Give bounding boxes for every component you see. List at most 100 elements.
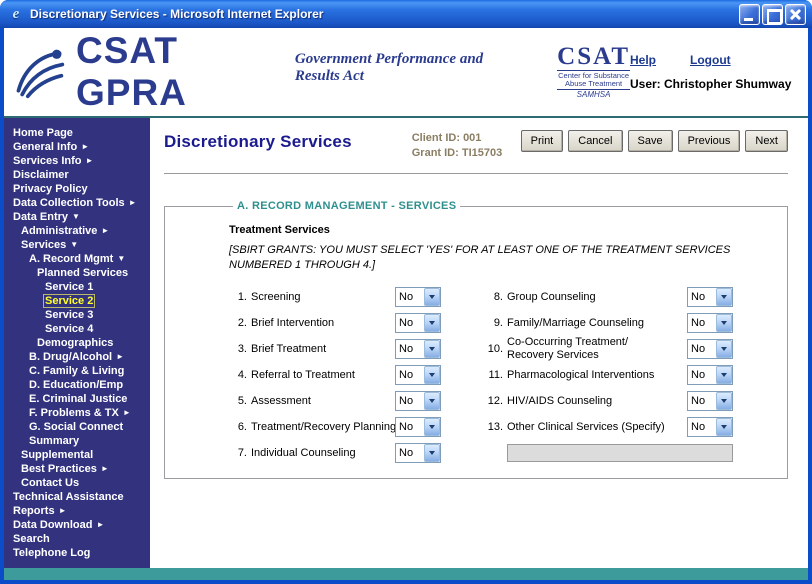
app-header: CSAT GPRA Government Performance and Res… [4,28,808,118]
help-link[interactable]: Help [630,53,656,67]
assessment-select[interactable]: No [395,391,441,411]
print-button[interactable]: Print [521,130,564,152]
sidebar-item-label: Planned Services [36,267,129,279]
sidebar-item-data-entry[interactable]: Data Entry▼ [4,210,150,224]
nav-arrow-icon: ▼ [117,254,125,263]
sidebar-item-label: D. Education/Emp [28,379,124,391]
treatment-recovery-planning-select[interactable]: No [395,417,441,437]
nav-arrow-icon: ► [96,520,104,529]
sidebar-item-g-social-connect[interactable]: G. Social Connect [4,420,150,434]
sidebar-item-f-problems-tx[interactable]: F. Problems & TX► [4,406,150,420]
nav-arrow-icon: ► [59,506,67,515]
sidebar-item-home-page[interactable]: Home Page [4,126,150,140]
header-right: Help Logout User: Christopher Shumway [630,53,798,91]
sidebar-item-telephone-log[interactable]: Telephone Log [4,546,150,560]
sidebar-item-disclaimer[interactable]: Disclaimer [4,168,150,182]
sidebar-item-label: B. Drug/Alcohol [28,351,113,363]
maximize-button[interactable] [762,4,783,25]
hiv-aids-counseling-select[interactable]: No [687,391,733,411]
sidebar-item-service-2[interactable]: Service 2 [4,294,150,308]
sidebar-item-reports[interactable]: Reports► [4,504,150,518]
sidebar-item-privacy-policy[interactable]: Privacy Policy [4,182,150,196]
csat-logo: CSAT Center for Substance Abuse Treatmen… [557,44,630,100]
header-links: Help Logout [630,53,794,67]
sidebar-item-service-3[interactable]: Service 3 [4,308,150,322]
nav-arrow-icon: ► [101,464,109,473]
sidebar-item-e-criminal-justice[interactable]: E. Criminal Justice [4,392,150,406]
group-counseling-select[interactable]: No [687,287,733,307]
sidebar-item-b-drug-alcohol[interactable]: B. Drug/Alcohol► [4,350,150,364]
window-controls [739,4,806,25]
service-label: Group Counseling [507,291,687,304]
sidebar-item-demographics[interactable]: Demographics [4,336,150,350]
sidebar-item-c-family-living[interactable]: C. Family & Living [4,364,150,378]
brand: CSAT GPRA Government Performance and Res… [76,30,531,114]
sidebar-item-data-download[interactable]: Data Download► [4,518,150,532]
minimize-button[interactable] [739,4,760,25]
window-title: Discretionary Services - Microsoft Inter… [30,7,733,21]
select-value: No [688,291,716,303]
nav-arrow-icon: ▼ [72,212,80,221]
previous-button[interactable]: Previous [678,130,741,152]
sidebar-item-general-info[interactable]: General Info► [4,140,150,154]
sidebar-item-label: Data Entry [12,211,69,223]
sidebar-item-supplemental[interactable]: Supplemental [4,448,150,462]
services-right-rows: 8. Group Counseling No [477,284,733,440]
sidebar-item-services[interactable]: Services▼ [4,238,150,252]
sidebar-item-label: A. Record Mgmt [28,253,114,265]
service-row: 5. Assessment No [229,388,441,414]
sidebar-item-label: Technical Assistance [12,491,125,503]
co-occurring-treatment-select[interactable]: No [687,339,733,359]
brief-treatment-select[interactable]: No [395,339,441,359]
nav-arrow-icon: ► [123,408,131,417]
sidebar-item-label: Contact Us [20,477,80,489]
other-clinical-services-input[interactable] [507,444,733,462]
sidebar-item-service-1[interactable]: Service 1 [4,280,150,294]
sidebar-item-summary[interactable]: Summary [4,434,150,448]
sidebar-item-label: Demographics [36,337,114,349]
sidebar-item-a-record-mgmt[interactable]: A. Record Mgmt▼ [4,252,150,266]
sidebar-item-data-collection-tools[interactable]: Data Collection Tools► [4,196,150,210]
sidebar-item-best-practices[interactable]: Best Practices► [4,462,150,476]
window-frame: CSAT GPRA Government Performance and Res… [0,28,812,584]
sidebar-item-services-info[interactable]: Services Info► [4,154,150,168]
service-number: 13. [477,421,503,433]
sidebar-item-service-4[interactable]: Service 4 [4,322,150,336]
sidebar-item-label: Summary [28,435,80,447]
service-row: 6. Treatment/Recovery Planning No [229,414,441,440]
browser-window: e Discretionary Services - Microsoft Int… [0,0,812,584]
select-value: No [688,421,716,433]
sidebar-item-d-education-emp[interactable]: D. Education/Emp [4,378,150,392]
service-number: 5. [229,395,247,407]
service-number: 9. [477,317,503,329]
sidebar-item-search[interactable]: Search [4,532,150,546]
service-number: 12. [477,395,503,407]
pharmacological-interventions-select[interactable]: No [687,365,733,385]
titlebar[interactable]: e Discretionary Services - Microsoft Int… [0,0,812,28]
logout-link[interactable]: Logout [690,53,731,67]
sidebar-item-technical-assistance[interactable]: Technical Assistance [4,490,150,504]
service-label: Brief Intervention [251,317,395,330]
service-row: 8. Group Counseling No [477,284,733,310]
service-label: Individual Counseling [251,447,395,460]
cancel-button[interactable]: Cancel [568,130,622,152]
sidebar-item-label: C. Family & Living [28,365,125,377]
next-button[interactable]: Next [745,130,788,152]
sidebar-item-contact-us[interactable]: Contact Us [4,476,150,490]
individual-counseling-select[interactable]: No [395,443,441,463]
family-marriage-counseling-select[interactable]: No [687,313,733,333]
service-label: Referral to Treatment [251,369,395,382]
other-clinical-services-select[interactable]: No [687,417,733,437]
dropdown-arrow-icon [424,444,440,462]
referral-to-treatment-select[interactable]: No [395,365,441,385]
service-row: 11. Pharmacological Interventions No [477,362,733,388]
screening-select[interactable]: No [395,287,441,307]
service-number: 7. [229,447,247,459]
sidebar-item-administrative[interactable]: Administrative► [4,224,150,238]
brief-intervention-select[interactable]: No [395,313,441,333]
sidebar-item-planned-services[interactable]: Planned Services [4,266,150,280]
close-button[interactable] [785,4,806,25]
save-button[interactable]: Save [628,130,673,152]
dropdown-arrow-icon [716,418,732,436]
sidebar-item-label: Service 1 [44,281,94,293]
